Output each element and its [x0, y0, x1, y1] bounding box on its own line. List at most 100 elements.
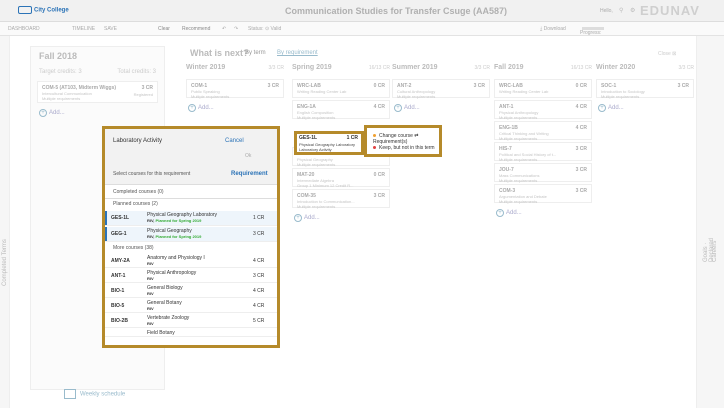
completed-terms-rail[interactable]: Completed Terms: [0, 36, 10, 408]
requirement-button[interactable]: Requirement: [231, 171, 268, 177]
course-card[interactable]: JOU-7 3 CR Mass Communications Multiple …: [494, 163, 592, 183]
status-indicator: Status: ⊙ Valid: [248, 26, 282, 32]
course-credits: 4 CR: [253, 258, 265, 264]
add-label: Add...: [506, 210, 522, 216]
term-title: Winter 2020: [596, 64, 636, 71]
course-card[interactable]: WRC-LAB 0 CR Writing Reading Center Lab: [292, 79, 390, 98]
clear-button[interactable]: Clear: [158, 26, 170, 32]
undo-icon[interactable]: ↶: [222, 26, 226, 32]
add-course-button[interactable]: + Add...: [496, 209, 522, 217]
college-logo[interactable]: City College: [18, 6, 69, 14]
course-code: BIO-1: [111, 288, 125, 294]
course-card[interactable]: COM-1 3 CR Public Speaking Multiple requ…: [186, 79, 284, 99]
add-course-button[interactable]: + Add...: [188, 104, 214, 112]
plus-icon: +: [39, 109, 47, 117]
add-course-button[interactable]: + Add...: [39, 109, 65, 117]
course-credits: 4 CR: [253, 303, 265, 309]
course-card[interactable]: ENG-1B 4 CR Critical Thinking and Writin…: [494, 121, 592, 141]
gear-icon[interactable]: ⚙: [630, 7, 635, 14]
panel-header: Laboratory Activity Cancel Ok Select cou…: [105, 129, 277, 185]
term-credits: 16/13 CR: [368, 65, 390, 71]
course-row[interactable]: ANT-1 Physical Anthropology RIV 3 CR: [105, 269, 277, 283]
course-req: Multiple requirements: [397, 94, 436, 99]
change-course-option[interactable]: Change course ⇄ Requirement(s): [373, 133, 439, 145]
selected-course-card[interactable]: GES-1L 1 CR Physical Geography Laborator…: [294, 131, 364, 155]
course-credits: 0 CR: [373, 83, 385, 89]
course-card[interactable]: MAT-20 0 CR Intermediate Algebra Group 1…: [292, 168, 390, 188]
course-row[interactable]: BIO-5 General Botany RIV 4 CR: [105, 299, 277, 313]
ok-button[interactable]: Ok: [245, 153, 251, 159]
search-icon[interactable]: ⚲: [619, 7, 623, 14]
course-credits: 3 CR: [575, 146, 587, 152]
course-row[interactable]: BIO-2B Vertebrate Zoology RIV 5 CR: [105, 314, 277, 328]
course-req: Multiple requirements: [191, 94, 230, 99]
course-req: RIV: [147, 276, 154, 281]
redo-icon[interactable]: ↷: [234, 26, 238, 32]
by-term-tab[interactable]: By term: [245, 50, 266, 56]
course-req: Multiple requirements: [601, 94, 640, 99]
planned-course-row[interactable]: GES-1L Physical Geography Laboratory RIV…: [105, 211, 277, 226]
keep-course-option[interactable]: Keep, but not in this term: [373, 145, 435, 151]
completed-courses-heading[interactable]: Completed courses (0): [113, 189, 164, 195]
dashboard-button[interactable]: DASHBOARD: [8, 26, 40, 32]
course-credits: 3 CR: [373, 193, 385, 199]
course-code: ANT-1: [111, 273, 126, 279]
course-card[interactable]: WRC-LAB 0 CR Writing Reading Center Lab: [494, 79, 592, 98]
timeline-button[interactable]: TIMELINE: [72, 26, 95, 32]
course-card[interactable]: ENG-1A 4 CR English Composition Multiple…: [292, 100, 390, 120]
course-card[interactable]: SOC-1 3 CR Introduction to Sociology Mul…: [596, 79, 694, 99]
course-card[interactable]: ANT-1 4 CR Physical Anthropology Multipl…: [494, 100, 592, 120]
course-code: AMY-2A: [111, 258, 130, 264]
more-courses-heading[interactable]: More courses (38): [113, 245, 154, 251]
course-req: RIV: [147, 306, 154, 311]
toolbar: DASHBOARD TIMELINE SAVE Clear Recommend …: [0, 22, 724, 36]
close-all-button[interactable]: Close ⊠: [658, 51, 676, 57]
planned-courses-heading[interactable]: Planned courses (2): [113, 201, 158, 207]
add-course-button[interactable]: + Add...: [394, 104, 420, 112]
college-logo-icon: [18, 6, 32, 14]
course-card[interactable]: HIS-7 3 CR Political and Social History …: [494, 142, 592, 162]
term-title: Spring 2019: [292, 64, 332, 71]
course-card[interactable]: COM-5 (AT103, Midterm Wiggs) 3 CR Interc…: [37, 81, 158, 103]
course-name: Writing Reading Center Lab: [499, 89, 549, 94]
course-req: RIV, Planned for Spring 2019: [147, 234, 201, 239]
add-label: Add...: [198, 105, 214, 111]
course-card[interactable]: COM-35 3 CR Introduction to Communicatio…: [292, 189, 390, 209]
term-title: Summer 2019: [392, 64, 438, 71]
course-code: GES-1L: [111, 215, 130, 221]
add-label: Add...: [404, 105, 420, 111]
course-card[interactable]: ANT-2 3 CR Cultural Anthropology Multipl…: [392, 79, 490, 99]
recommend-button[interactable]: Recommend: [182, 26, 210, 32]
weekly-schedule-button[interactable]: Weekly schedule: [64, 389, 125, 399]
download-button[interactable]: ⤓ Download: [540, 26, 566, 32]
course-credits: 4 CR: [575, 104, 587, 110]
add-course-button[interactable]: + Add...: [294, 214, 320, 222]
planned-course-row[interactable]: GEG-1 Physical Geography RIV, Planned fo…: [105, 227, 277, 242]
divider: [105, 198, 277, 199]
goals-rail[interactable]: [696, 36, 724, 408]
change-label: Change course ⇄ Requirement(s): [373, 133, 419, 145]
add-label: Add...: [608, 105, 624, 111]
course-credits: 4 CR: [575, 125, 587, 131]
progress-label: Progress:: [580, 26, 604, 36]
careers-label[interactable]: Careers: [712, 241, 718, 262]
course-row[interactable]: Field Botany: [105, 329, 277, 337]
course-row[interactable]: BIO-1 General Biology RIV 4 CR: [105, 284, 277, 298]
course-card[interactable]: COM-3 3 CR Argumentation and Debate Mult…: [494, 184, 592, 204]
requirement-panel: Laboratory Activity Cancel Ok Select cou…: [102, 126, 280, 348]
course-code: BIO-2B: [111, 318, 128, 324]
save-button[interactable]: SAVE: [104, 26, 117, 32]
by-requirement-tab[interactable]: By requirement: [277, 50, 318, 56]
weekly-label: Weekly schedule: [80, 391, 126, 398]
cancel-button[interactable]: Cancel: [225, 138, 244, 144]
req-code: RIV,: [147, 218, 155, 223]
course-credits: 4 CR: [253, 288, 265, 294]
course-req: Group 1 Minimum 12 Credit R...: [297, 183, 354, 188]
term-column: Spring 2019 16/13 CR WRC-LAB 0 CR Writin…: [292, 64, 390, 390]
change-dot-icon: [373, 134, 376, 138]
total-credits: Total credits: 3: [117, 69, 156, 75]
course-code: GEG-1: [111, 231, 127, 237]
course-row[interactable]: AMY-2A Anatomy and Physiology I RIV 4 CR: [105, 254, 277, 268]
add-course-button[interactable]: + Add...: [598, 104, 624, 112]
term-credits: 3/3 CR: [678, 65, 694, 71]
